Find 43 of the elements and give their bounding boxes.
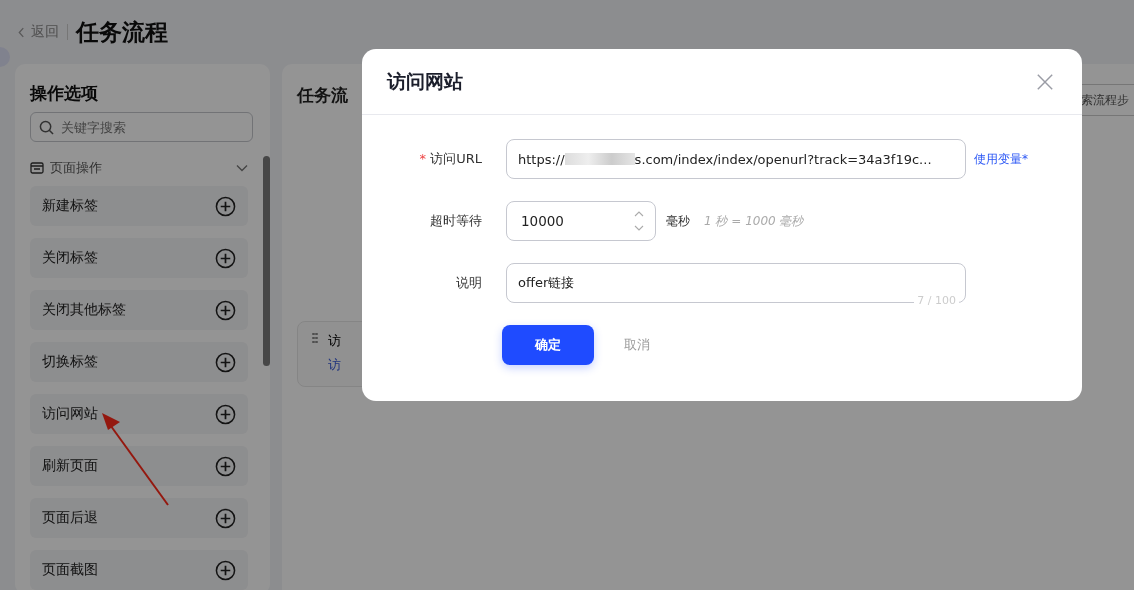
field-label: 超时等待 bbox=[429, 212, 482, 230]
dialog-title: 访问网站 bbox=[387, 68, 463, 94]
action-item[interactable]: 新建标签 bbox=[30, 186, 248, 226]
action-item[interactable]: 刷新页面 bbox=[30, 446, 248, 486]
add-icon bbox=[215, 559, 236, 581]
field-label: 说明 bbox=[455, 274, 482, 292]
action-item[interactable]: 页面截图 bbox=[30, 550, 248, 590]
timeout-field[interactable]: 10000 bbox=[506, 201, 656, 241]
scrollbar[interactable] bbox=[263, 156, 270, 366]
unit-label: 毫秒 bbox=[666, 212, 690, 230]
required-marker: * bbox=[419, 151, 427, 166]
stepper-icon[interactable] bbox=[634, 210, 644, 232]
search-icon bbox=[39, 120, 54, 135]
add-icon bbox=[215, 403, 236, 425]
action-item[interactable]: 切换标签 bbox=[30, 342, 248, 382]
field-label: 访问URL bbox=[430, 151, 482, 166]
sidebar-title: 操作选项 bbox=[30, 82, 99, 105]
search-field[interactable]: 关键字搜索 bbox=[30, 112, 253, 142]
step-title: 访 bbox=[328, 332, 341, 350]
add-icon bbox=[215, 195, 236, 217]
hint-text: 1 秒 = 1000 毫秒 bbox=[704, 212, 804, 230]
add-icon bbox=[215, 247, 236, 269]
add-icon bbox=[215, 299, 236, 321]
url-field[interactable]: https:// s.com/index/index/openurl?track=34a3f19c... bbox=[506, 139, 966, 179]
action-item[interactable]: 关闭其他标签 bbox=[30, 290, 248, 330]
action-item[interactable]: 关闭标签 bbox=[30, 238, 248, 278]
add-icon bbox=[215, 351, 236, 373]
redacted-block bbox=[564, 153, 635, 165]
use-variable-link[interactable]: 使用变量* bbox=[974, 150, 1028, 168]
panel-title: 任务流 bbox=[297, 84, 348, 107]
group-label: 页面操作 bbox=[50, 159, 102, 177]
chevron-left-icon bbox=[18, 26, 25, 38]
page-title: 任务流程 bbox=[76, 17, 168, 47]
window-icon bbox=[30, 162, 44, 174]
cancel-button[interactable]: 取消 bbox=[618, 335, 656, 355]
confirm-button[interactable]: 确定 bbox=[502, 325, 594, 365]
action-item[interactable]: 访问网站 bbox=[30, 394, 248, 434]
add-icon bbox=[215, 507, 236, 529]
group-header[interactable]: 页面操作 bbox=[30, 158, 248, 178]
close-icon[interactable] bbox=[1036, 72, 1054, 91]
step-subtitle: 访 bbox=[328, 356, 341, 374]
action-item[interactable]: 页面后退 bbox=[30, 498, 248, 538]
add-icon bbox=[215, 455, 236, 477]
